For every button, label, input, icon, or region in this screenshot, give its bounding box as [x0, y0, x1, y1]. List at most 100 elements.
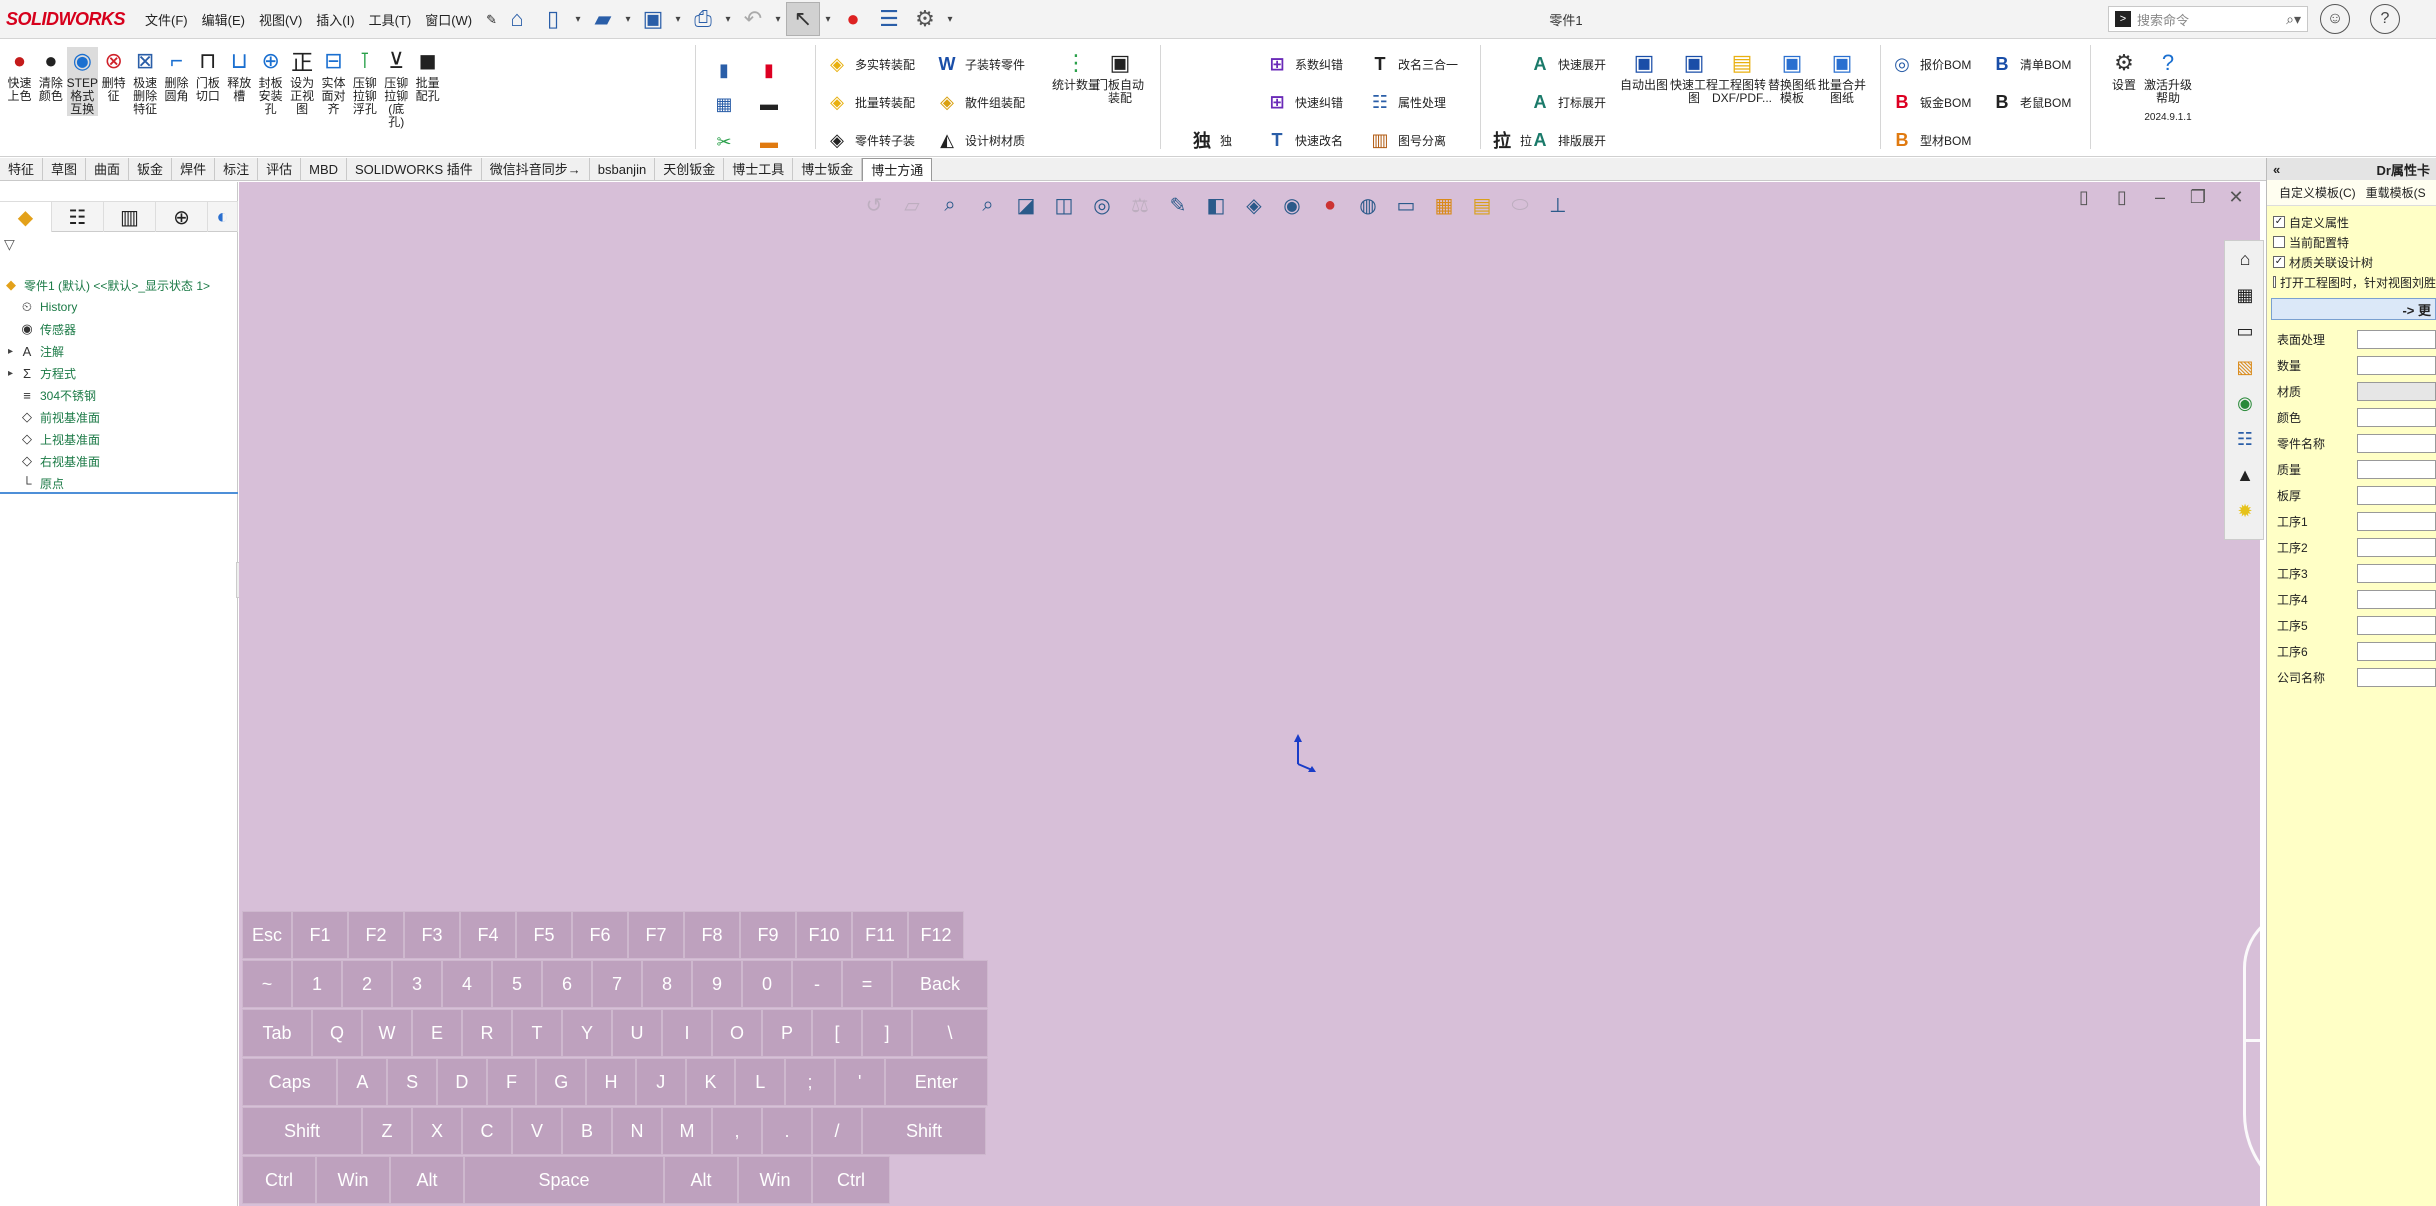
restore-icon[interactable]: ❐ — [2183, 182, 2213, 212]
checkbox[interactable] — [2273, 236, 2285, 248]
key[interactable]: [ — [812, 1009, 862, 1057]
checkbox-row[interactable]: ✓ 自定义属性 — [2267, 212, 2436, 232]
ribbon-small-icon-5[interactable]: ▬ — [757, 125, 781, 159]
property-input[interactable] — [2357, 355, 2436, 375]
key[interactable]: Back — [892, 960, 988, 1008]
ribbon-small-icon-2[interactable]: ▦ — [712, 87, 736, 121]
key[interactable]: T — [512, 1009, 562, 1057]
ribbon-small-btn-13[interactable]: ▥ 图号分离 — [1368, 123, 1446, 157]
collapse-panel-icon[interactable]: « — [2273, 162, 2280, 177]
menu-file[interactable]: 文件(F) — [138, 10, 195, 29]
ribbon-small-btn-9[interactable]: ⊞ 快速纠错 — [1265, 85, 1343, 119]
ribbon-small-btn-19[interactable]: ▣ 自动出图 — [1620, 49, 1668, 92]
ribbon-btn-5[interactable]: ⌐ 删除圆角 — [161, 47, 192, 103]
key[interactable]: U — [612, 1009, 662, 1057]
shadows-icon[interactable]: ⬭ — [1503, 188, 1537, 222]
key[interactable]: . — [762, 1107, 812, 1155]
ribbon-btn-3[interactable]: ⊗ 删特征 — [98, 47, 129, 103]
property-input[interactable] — [2357, 615, 2436, 635]
key[interactable]: Y — [562, 1009, 612, 1057]
key[interactable]: F4 — [460, 911, 516, 959]
key[interactable]: C — [462, 1107, 512, 1155]
key[interactable]: M — [662, 1107, 712, 1155]
expand-icon[interactable]: ▸ — [8, 368, 18, 379]
property-input[interactable] — [2357, 329, 2436, 349]
key[interactable]: A — [337, 1058, 388, 1106]
tree-node-7[interactable]: ◇ 上视基准面 — [0, 428, 238, 450]
ribbon-btn-9[interactable]: 正设为正视图 — [287, 47, 318, 116]
ribbon-small-btn-25[interactable]: B 钣金BOM — [1890, 85, 1972, 119]
tab-0[interactable]: 特征 — [0, 158, 44, 181]
ribbon-small-btn-27[interactable]: B 清单BOM — [1990, 47, 2072, 81]
key[interactable]: J — [635, 1058, 686, 1106]
key[interactable]: Shift — [862, 1107, 986, 1155]
filter-icon[interactable]: ▽ — [0, 234, 238, 254]
tree-node-6[interactable]: ◇ 前视基准面 — [0, 406, 238, 428]
checkbox-row[interactable]: 当前配置特 — [2267, 232, 2436, 252]
ribbon-btn-7[interactable]: ⊔ 释放槽 — [224, 47, 255, 103]
ribbon-small-icon-3[interactable]: ▬ — [757, 87, 781, 121]
key[interactable]: ~ — [242, 960, 292, 1008]
key[interactable]: F6 — [572, 911, 628, 959]
ribbon-btn-10[interactable]: ⊟ 实体面对齐 — [318, 47, 349, 116]
key[interactable]: Ctrl — [812, 1156, 890, 1204]
select-cursor-icon[interactable]: ↖ — [786, 2, 820, 36]
checkbox[interactable]: ✓ — [2273, 256, 2285, 268]
help-icon[interactable]: ? — [2370, 4, 2400, 34]
save-dropdown-icon[interactable]: ▾ — [672, 14, 684, 25]
realview-icon[interactable]: ▤ — [1465, 188, 1499, 222]
tab-2[interactable]: 曲面 — [86, 158, 130, 181]
key[interactable]: Caps — [242, 1058, 338, 1106]
dimxpert-tab-icon[interactable]: ⊕ — [156, 202, 208, 232]
new-document-icon[interactable]: ▯ — [536, 2, 570, 36]
property-input[interactable] — [2357, 459, 2436, 479]
key[interactable]: L — [735, 1058, 786, 1106]
property-input[interactable] — [2357, 433, 2436, 453]
key[interactable]: E — [412, 1009, 462, 1057]
key[interactable]: G — [536, 1058, 587, 1106]
key[interactable]: D — [436, 1058, 487, 1106]
tree-node-0[interactable]: ◆ 零件1 (默认) <<默认>_显示状态 1> — [0, 274, 238, 296]
key[interactable]: Z — [362, 1107, 412, 1155]
ribbon-small-btn-0[interactable]: ◈ 多实转装配 — [825, 47, 915, 81]
ribbon-small-btn-11[interactable]: T 改名三合一 — [1368, 47, 1459, 81]
tab-8[interactable]: SOLIDWORKS 插件 — [347, 158, 482, 181]
ribbon-small-btn-23[interactable]: ▣ 批量合并图纸 — [1818, 49, 1866, 105]
key[interactable]: 3 — [392, 960, 442, 1008]
reload-template-link[interactable]: 重载模板(S — [2366, 184, 2426, 201]
ribbon-small-btn-22[interactable]: ▣ 替换图纸模板 — [1768, 49, 1816, 105]
ribbon-small-btn-6[interactable]: ⋮ 统计数量 — [1052, 49, 1100, 92]
search-commands-box[interactable]: > 搜索命令 ⌕▾ — [2108, 6, 2308, 32]
configuration-manager-tab-icon[interactable]: ▥ — [104, 202, 156, 232]
view-settings-icon[interactable]: ◍ — [1351, 188, 1385, 222]
ribbon-small-btn-3[interactable]: W 子装转零件 — [935, 47, 1026, 81]
search-icon[interactable]: ⌕▾ — [2286, 11, 2301, 28]
ribbon-small-btn-1[interactable]: ◈ 批量转装配 — [825, 85, 915, 119]
menu-insert[interactable]: 插入(I) — [309, 10, 361, 29]
open-icon[interactable]: ▰ — [586, 2, 620, 36]
key[interactable]: S — [387, 1058, 437, 1106]
custom-properties-icon[interactable]: ☷ — [2225, 421, 2265, 457]
rollback-bar[interactable] — [0, 492, 238, 494]
ribbon-small-btn-28[interactable]: B 老鼠BOM — [1990, 85, 2072, 119]
property-input[interactable] — [2357, 485, 2436, 505]
key[interactable]: F8 — [684, 911, 740, 959]
tree-node-1[interactable]: ⏲ History — [0, 296, 238, 318]
expand-icon[interactable]: ▸ — [8, 346, 18, 357]
edit-appearance-icon[interactable]: ◉ — [1275, 188, 1309, 222]
zoom-to-area-icon[interactable]: ⌕ — [971, 188, 1005, 222]
tab-14[interactable]: 博士方通 — [862, 158, 933, 181]
key[interactable]: 7 — [592, 960, 642, 1008]
ribbon-small-btn-17[interactable]: A 打标展开 — [1528, 85, 1607, 119]
key[interactable]: ; — [785, 1058, 835, 1106]
home-icon[interactable]: ⌂ — [500, 2, 534, 36]
key[interactable]: F12 — [908, 911, 964, 959]
key[interactable]: \ — [912, 1009, 988, 1057]
key[interactable]: X — [412, 1107, 462, 1155]
key[interactable]: Alt — [664, 1156, 738, 1204]
viewport-split-icon[interactable]: ▯ — [2107, 182, 2137, 212]
key[interactable]: 1 — [292, 960, 342, 1008]
search-scope-icon[interactable]: > — [2115, 11, 2131, 27]
ribbon-small-btn-4[interactable]: ◈ 散件组装配 — [935, 85, 1025, 119]
key[interactable]: Esc — [242, 911, 292, 959]
